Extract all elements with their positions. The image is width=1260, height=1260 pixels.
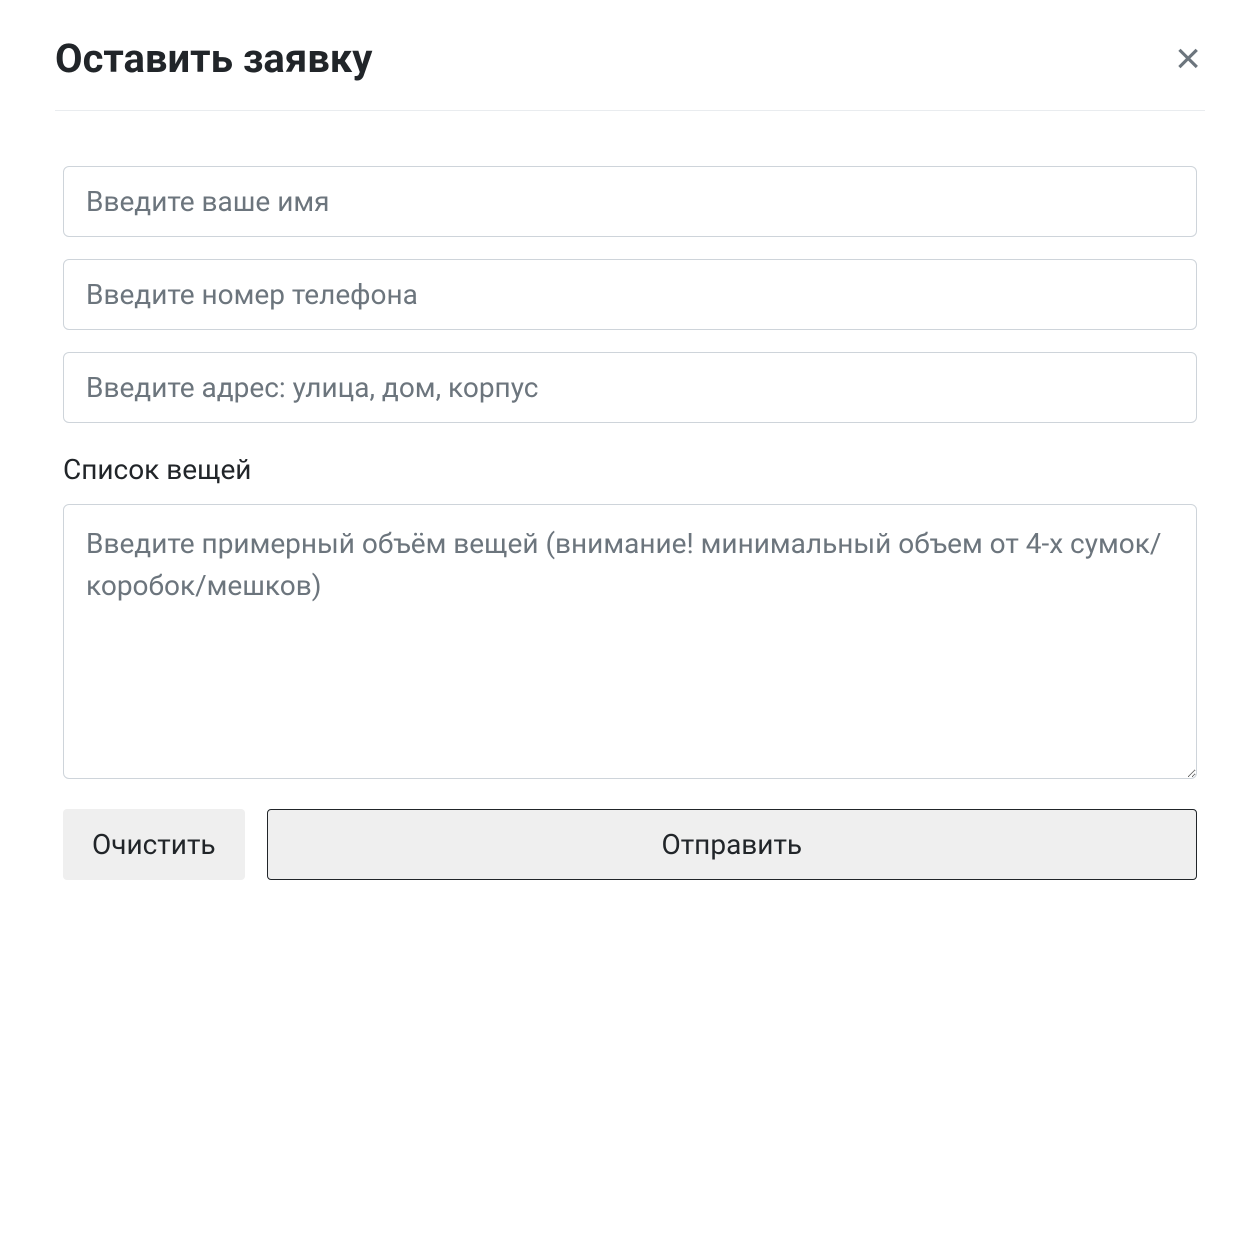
clear-button[interactable]: Очистить (63, 809, 245, 880)
name-input[interactable] (63, 166, 1197, 237)
modal-header: Оставить заявку × (55, 35, 1205, 111)
close-button[interactable]: × (1171, 37, 1205, 81)
items-textarea[interactable] (63, 504, 1197, 779)
phone-input[interactable] (63, 259, 1197, 330)
modal-title: Оставить заявку (55, 35, 372, 82)
items-label: Список вещей (63, 453, 1197, 486)
submit-button[interactable]: Отправить (267, 809, 1197, 880)
address-input[interactable] (63, 352, 1197, 423)
button-row: Очистить Отправить (63, 809, 1197, 880)
form-body: Список вещей Очистить Отправить (55, 166, 1205, 880)
